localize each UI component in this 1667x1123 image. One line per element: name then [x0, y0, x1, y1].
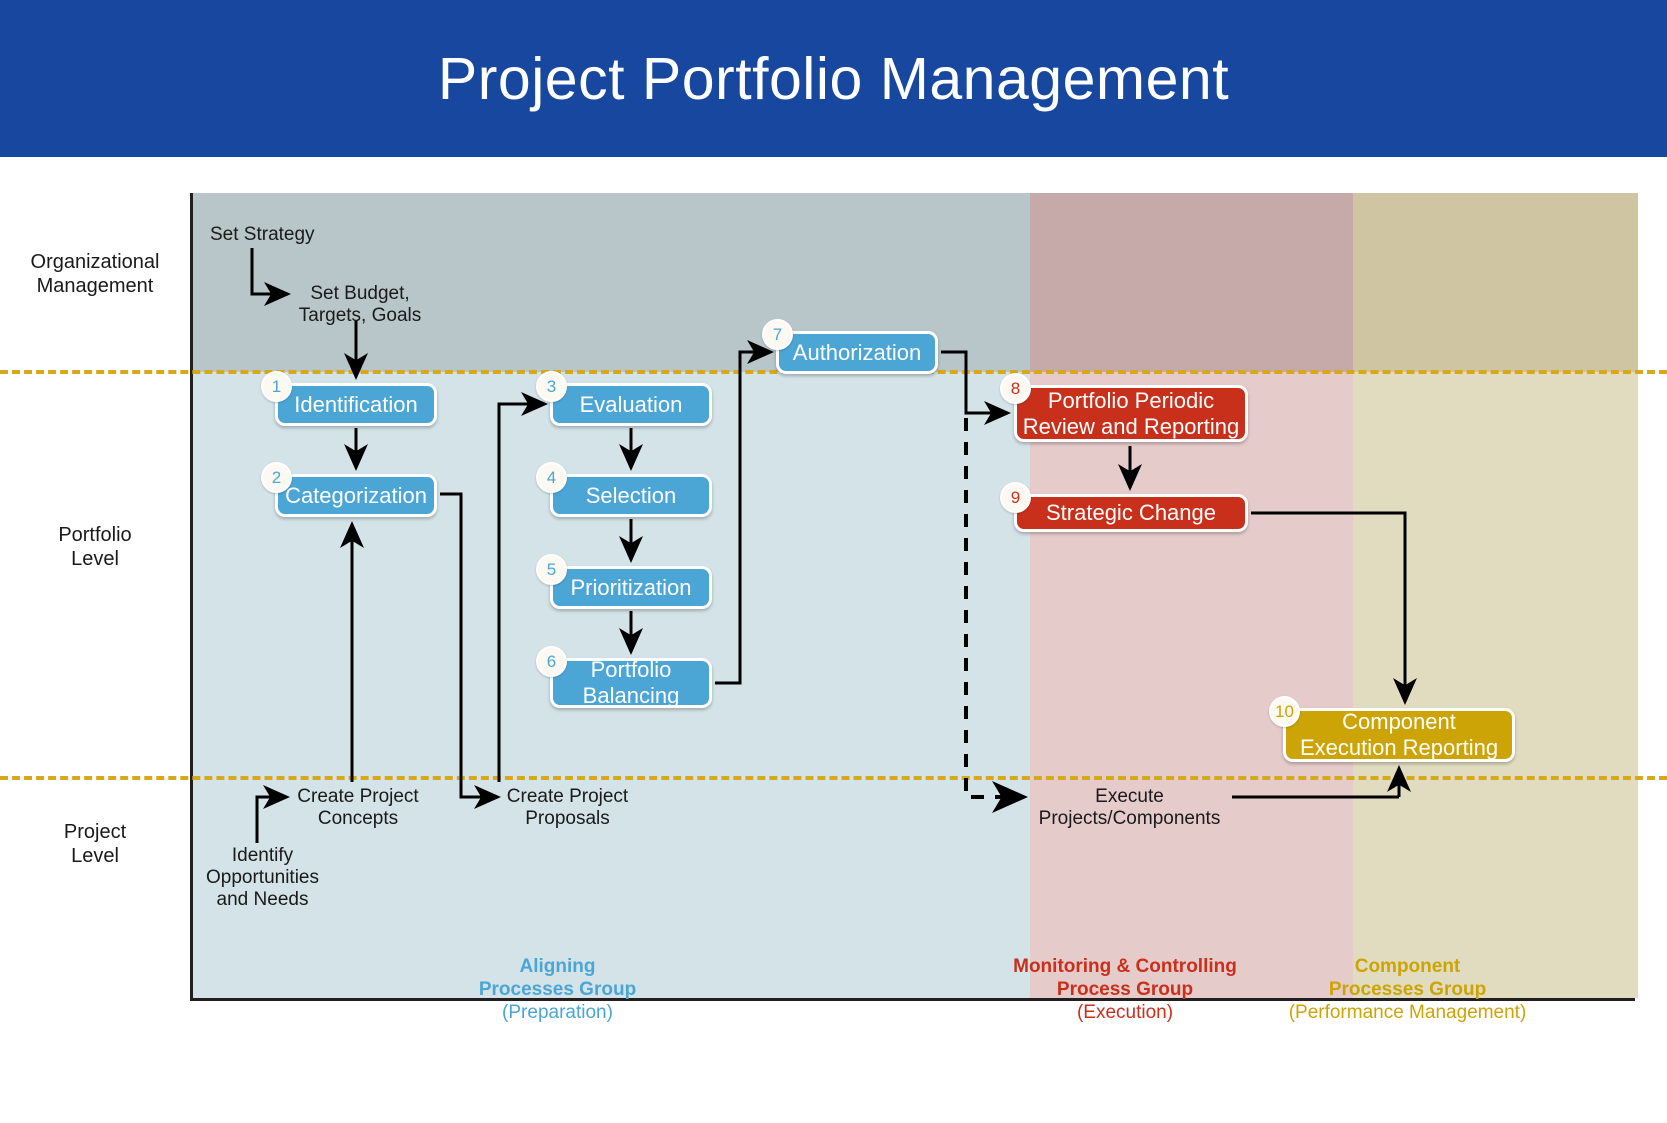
process-box-authorization[interactable]: 7 Authorization: [762, 319, 938, 374]
annotation-identify-opportunities-and-needs: Identify Opportunities and Needs: [190, 845, 335, 911]
process-box-identification[interactable]: 1 Identification: [261, 371, 437, 426]
row-label-line: Portfolio: [58, 524, 132, 546]
group-caption-aligning-processes: Aligning Processes Group (Preparation): [370, 955, 745, 1024]
page-header: Project Portfolio Management: [0, 0, 1667, 157]
annotation-set-budget-targets-goals: Set Budget, Targets, Goals: [290, 283, 430, 327]
process-box-label: Selection: [585, 482, 677, 508]
annotation-line: Execute: [1095, 786, 1164, 807]
group-caption-monitoring-controlling: Monitoring & Controlling Process Group (…: [975, 955, 1275, 1024]
lane-divider-portfolio-project: [0, 776, 1667, 780]
process-number-badge: 7: [762, 319, 793, 350]
row-label-line: Level: [71, 845, 119, 867]
process-box-portfolio-balancing[interactable]: 6 Portfolio Balancing: [536, 646, 712, 709]
process-box-label: Evaluation: [579, 391, 683, 417]
process-box-component-execution-reporting[interactable]: 10 Component Execution Reporting: [1269, 696, 1515, 762]
annotation-line: Identify: [231, 845, 294, 866]
row-label-line: Level: [71, 548, 119, 570]
annotation-line: Targets, Goals: [298, 305, 422, 326]
band-upper-strip: [1030, 193, 1353, 372]
process-box-label: Portfolio Periodic Review and Reporting: [1023, 388, 1239, 440]
process-box-label-line: Review and Reporting: [1022, 413, 1240, 439]
row-label-project-level: Project Level: [5, 820, 185, 868]
row-label-line: Management: [36, 275, 154, 297]
row-label-organizational-management: Organizational Management: [5, 250, 185, 298]
process-box-label: Identification: [294, 391, 418, 417]
process-number-badge: 6: [536, 646, 567, 677]
annotation-line: Opportunities: [205, 867, 319, 888]
annotation-line: and Needs: [216, 889, 309, 910]
process-box-selection[interactable]: 4 Selection: [536, 462, 712, 517]
process-number-badge: 9: [1000, 482, 1031, 513]
band-lower-strip: [1353, 372, 1638, 998]
row-label-line: Organizational: [30, 251, 160, 273]
group-caption-line: Monitoring & Controlling: [1013, 956, 1237, 977]
annotation-line: Proposals: [525, 808, 610, 829]
process-number-badge: 3: [536, 371, 567, 402]
process-number-badge: 2: [261, 462, 292, 493]
process-box-label: Portfolio Balancing: [583, 657, 680, 709]
process-box-strategic-change[interactable]: 9 Strategic Change: [1000, 482, 1248, 532]
annotation-line: Set Budget,: [310, 283, 410, 304]
annotation-execute-projects-components: Execute Projects/Components: [1032, 786, 1227, 830]
group-caption-line: Processes Group: [478, 979, 637, 1000]
group-caption-subtitle: (Performance Management): [1288, 1002, 1527, 1023]
process-box-label: Strategic Change: [1046, 500, 1216, 525]
group-caption-component-processes: Component Processes Group (Performance M…: [1270, 955, 1545, 1024]
group-caption-subtitle: (Execution): [1076, 1002, 1174, 1023]
annotation-line: Projects/Components: [1038, 808, 1221, 829]
process-box-label: Component Execution Reporting: [1300, 709, 1498, 761]
process-box-label-line: Execution Reporting: [1299, 735, 1499, 760]
annotation-line: Create Project: [506, 786, 629, 807]
process-number-badge: 1: [261, 371, 292, 402]
process-number-badge: 5: [536, 554, 567, 585]
annotation-line: Set Strategy: [210, 224, 315, 245]
band-monitoring-controlling: [1030, 193, 1353, 998]
band-lower-strip: [1030, 372, 1353, 998]
annotation-set-strategy: Set Strategy: [210, 224, 360, 246]
group-caption-subtitle: (Preparation): [502, 1002, 613, 1023]
row-label-portfolio-level: Portfolio Level: [5, 523, 185, 571]
band-component-processes: [1353, 193, 1638, 998]
process-box-evaluation[interactable]: 3 Evaluation: [536, 371, 712, 426]
annotation-line: Create Project: [297, 786, 419, 807]
process-box-label: Prioritization: [570, 574, 692, 600]
process-box-label-line: Component: [1342, 709, 1456, 734]
group-caption-line: Component: [1354, 956, 1461, 977]
annotation-create-project-proposals: Create Project Proposals: [495, 786, 640, 830]
annotation-line: Concepts: [317, 808, 399, 829]
process-box-label: Authorization: [792, 339, 922, 365]
process-box-label-line: Balancing: [582, 683, 680, 708]
process-box-label-line: Portfolio: [590, 657, 672, 682]
page-title: Project Portfolio Management: [437, 45, 1230, 112]
group-caption-line: Process Group: [1056, 979, 1194, 1000]
process-box-categorization[interactable]: 2 Categorization: [261, 462, 437, 517]
group-caption-line: Aligning: [519, 956, 596, 977]
band-upper-strip: [1353, 193, 1638, 372]
process-box-label-line: Portfolio Periodic: [1047, 387, 1215, 413]
process-box-label: Categorization: [285, 482, 427, 508]
process-number-badge: 10: [1269, 696, 1300, 727]
annotation-create-project-concepts: Create Project Concepts: [288, 786, 428, 830]
group-caption-line: Processes Group: [1328, 979, 1487, 1000]
process-box-prioritization[interactable]: 5 Prioritization: [536, 554, 712, 609]
process-number-badge: 8: [1000, 373, 1031, 404]
process-number-badge: 4: [536, 462, 567, 493]
row-label-line: Project: [63, 821, 127, 843]
process-box-portfolio-periodic-review-and-reporting[interactable]: 8 Portfolio Periodic Review and Reportin…: [1000, 373, 1248, 442]
